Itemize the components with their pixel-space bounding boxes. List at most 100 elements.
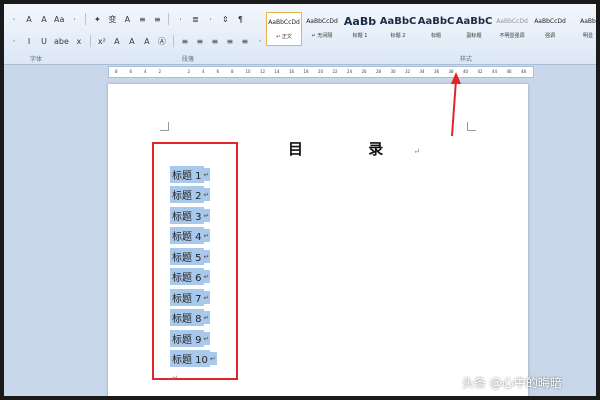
toc-heading-item[interactable]: 标题 9 ↵ xyxy=(170,328,217,349)
group-label-styles: 样式 xyxy=(460,56,473,63)
ruler-number: 10 xyxy=(245,69,251,74)
ruler-number: 30 xyxy=(390,69,396,74)
ribbon-row1-tool-button[interactable]: ≣ xyxy=(189,13,201,25)
ribbon-row2-tool-button[interactable]: A xyxy=(126,35,138,47)
toc-heading-item[interactable]: 标题 5 ↵ xyxy=(170,246,217,267)
toc-heading-item[interactable]: 标题 10 ↵ xyxy=(170,349,217,370)
style-tile[interactable]: AaBbCcDd 强调 xyxy=(532,12,568,46)
ribbon-row1-tool-button[interactable]: · xyxy=(8,13,20,25)
toc-heading-item[interactable]: 标题 3 ↵ xyxy=(170,205,217,226)
style-preview: AaBbC xyxy=(379,15,417,27)
ribbon-row1-tool-button[interactable]: Aa xyxy=(53,13,65,25)
ribbon-row2-tool-button[interactable]: I xyxy=(23,35,35,47)
ribbon-row1-tool-button[interactable]: · xyxy=(68,13,80,25)
ribbon-row1-tool-button[interactable]: A xyxy=(38,13,50,25)
ribbon-row1-tool-button[interactable]: ≡ xyxy=(151,13,163,25)
screenshot-frame: ·AAAa·✦变A≡≡·≣·⇕¶ ·IUabexx²AAAⒶ≡≡≡≡≡·⇕· 字… xyxy=(0,0,600,400)
ruler-number: 18 xyxy=(303,69,309,74)
style-tile[interactable]: AaBbCcDd 不明显强调 xyxy=(494,12,530,46)
toolbar-separator xyxy=(172,35,174,47)
ruler-number: 28 xyxy=(376,69,382,74)
ribbon-row2-tool-button[interactable]: x xyxy=(73,35,85,47)
ribbon-row1-tool-button[interactable]: ¶ xyxy=(234,13,246,25)
paragraph-mark: ↵ xyxy=(203,188,211,202)
toc-heading-text: 标题 5 xyxy=(170,247,204,265)
ribbon-row2-tool-button[interactable]: · xyxy=(254,35,266,47)
style-tile[interactable]: AaBbCcDd ↵ 无间隔 xyxy=(304,12,340,46)
ruler-number: 8 xyxy=(231,69,234,74)
toolbar-separator xyxy=(89,35,91,47)
ribbon-row1-tool-button[interactable]: · xyxy=(174,13,186,25)
margin-corner-top-left xyxy=(160,122,169,131)
ruler-number: 24 xyxy=(347,69,353,74)
ribbon-row1-tool-button[interactable]: ≡ xyxy=(136,13,148,25)
style-name: ↵ 无间隔 xyxy=(311,33,333,39)
style-tile[interactable]: AaBbC 标题 2 xyxy=(379,12,417,46)
toc-heading-item[interactable]: 标题 2 ↵ xyxy=(170,185,217,206)
style-tile[interactable]: AaBbC 副标题 xyxy=(455,12,493,46)
toc-list: 标题 1 ↵ 标题 2 ↵ 标题 3 ↵ 标题 4 ↵ 标题 5 ↵ 标题 6 ↵ 标题 7 ↵ 标题 8 ↵… xyxy=(170,164,217,369)
ribbon-row2-tool-button[interactable]: Ⓐ xyxy=(156,35,168,47)
ribbon-row2-tool-button[interactable]: A xyxy=(141,35,153,47)
style-preview: AaBb xyxy=(580,17,596,25)
toc-heading-text: 标题 7 xyxy=(170,288,204,306)
ribbon-row1-tool-button[interactable]: 变 xyxy=(106,13,118,25)
toc-heading-item[interactable]: 标题 1 ↵ xyxy=(170,164,217,185)
ribbon-row2-tool-button[interactable]: A xyxy=(111,35,123,47)
ribbon-row1-tool-button[interactable]: A xyxy=(121,13,133,25)
style-tile[interactable]: AaBbCcDd ↵ 正文 xyxy=(266,12,302,46)
style-tile[interactable]: AaBbC 标题 xyxy=(418,12,455,46)
ruler-number: 22 xyxy=(332,69,338,74)
toc-heading-text: 标题 3 xyxy=(170,206,204,224)
ruler-number: 48 xyxy=(521,69,527,74)
toc-heading-item[interactable]: 标题 6 ↵ xyxy=(170,267,217,288)
paragraph-mark: ↵ xyxy=(203,270,211,284)
toc-heading-item[interactable]: 标题 7 ↵ xyxy=(170,287,217,308)
toc-heading-item[interactable]: 标题 8 ↵ xyxy=(170,308,217,329)
style-preview: AaBbCcDd xyxy=(306,17,338,25)
ribbon-row2-tool-button[interactable]: ≡ xyxy=(209,35,221,47)
ribbon-row1-tool-button[interactable]: A xyxy=(23,13,35,25)
paragraph-mark: ↵ xyxy=(203,229,211,243)
watermark: 头条 @心中的晦暗 xyxy=(462,376,562,390)
ribbon-row2-tool-button[interactable]: x² xyxy=(96,35,108,47)
ruler-number: 20 xyxy=(318,69,324,74)
ribbon-row2-tool-button[interactable]: U xyxy=(38,35,50,47)
toc-heading-text: 标题 8 xyxy=(170,309,204,327)
paragraph-mark: ↵ xyxy=(203,249,211,263)
ruler-number: 46 xyxy=(506,69,512,74)
document-title: 目 录↵ xyxy=(288,138,420,159)
style-preview: AaBbC xyxy=(455,15,493,27)
style-preview: AaBbCcDd xyxy=(268,18,300,26)
style-preview: AaBb xyxy=(343,14,377,28)
ribbon-row1-tool-button[interactable]: ⇕ xyxy=(219,13,231,25)
ruler-number: 36 xyxy=(434,69,440,74)
group-label-font: 字体 xyxy=(30,56,43,63)
toolbar-separator xyxy=(168,13,170,25)
toc-heading-text: 标题 2 xyxy=(170,186,204,204)
ruler-number: 44 xyxy=(492,69,498,74)
ribbon-row1-tool-button[interactable]: · xyxy=(204,13,216,25)
toolbar-separator xyxy=(85,13,87,25)
ribbon-row1-tool-button[interactable]: ✦ xyxy=(91,13,103,25)
end-paragraph-mark: ↵ xyxy=(172,374,178,382)
ribbon-row2-tool-button[interactable]: · xyxy=(8,35,20,47)
style-tile[interactable]: AaBb 标题 1 xyxy=(342,12,378,46)
group-label-paragraph: 段落 xyxy=(182,56,195,63)
style-name: 标题 1 xyxy=(352,33,368,39)
toc-heading-text: 标题 6 xyxy=(170,268,204,286)
ribbon-row2-tool-button[interactable]: ≡ xyxy=(194,35,206,47)
style-tile[interactable]: AaBb 明显 xyxy=(570,12,596,46)
ruler-number: 2 xyxy=(158,69,162,74)
ruler-number: 16 xyxy=(289,69,295,74)
ribbon-row2-tool-button[interactable]: ≡ xyxy=(224,35,236,47)
toc-heading-item[interactable]: 标题 4 ↵ xyxy=(170,226,217,247)
document-title-text: 目 录 xyxy=(288,140,414,158)
paragraph-mark: ↵ xyxy=(203,311,211,325)
ribbon-row2-tool-button[interactable]: ≡ xyxy=(239,35,251,47)
ribbon-row2-tool-button[interactable]: abe xyxy=(53,35,70,47)
toc-heading-text: 标题 1 xyxy=(170,165,204,183)
ribbon-row2-tool-button[interactable]: ≡ xyxy=(179,35,191,47)
style-name: 标题 2 xyxy=(390,33,406,39)
ruler-number: 26 xyxy=(361,69,367,74)
